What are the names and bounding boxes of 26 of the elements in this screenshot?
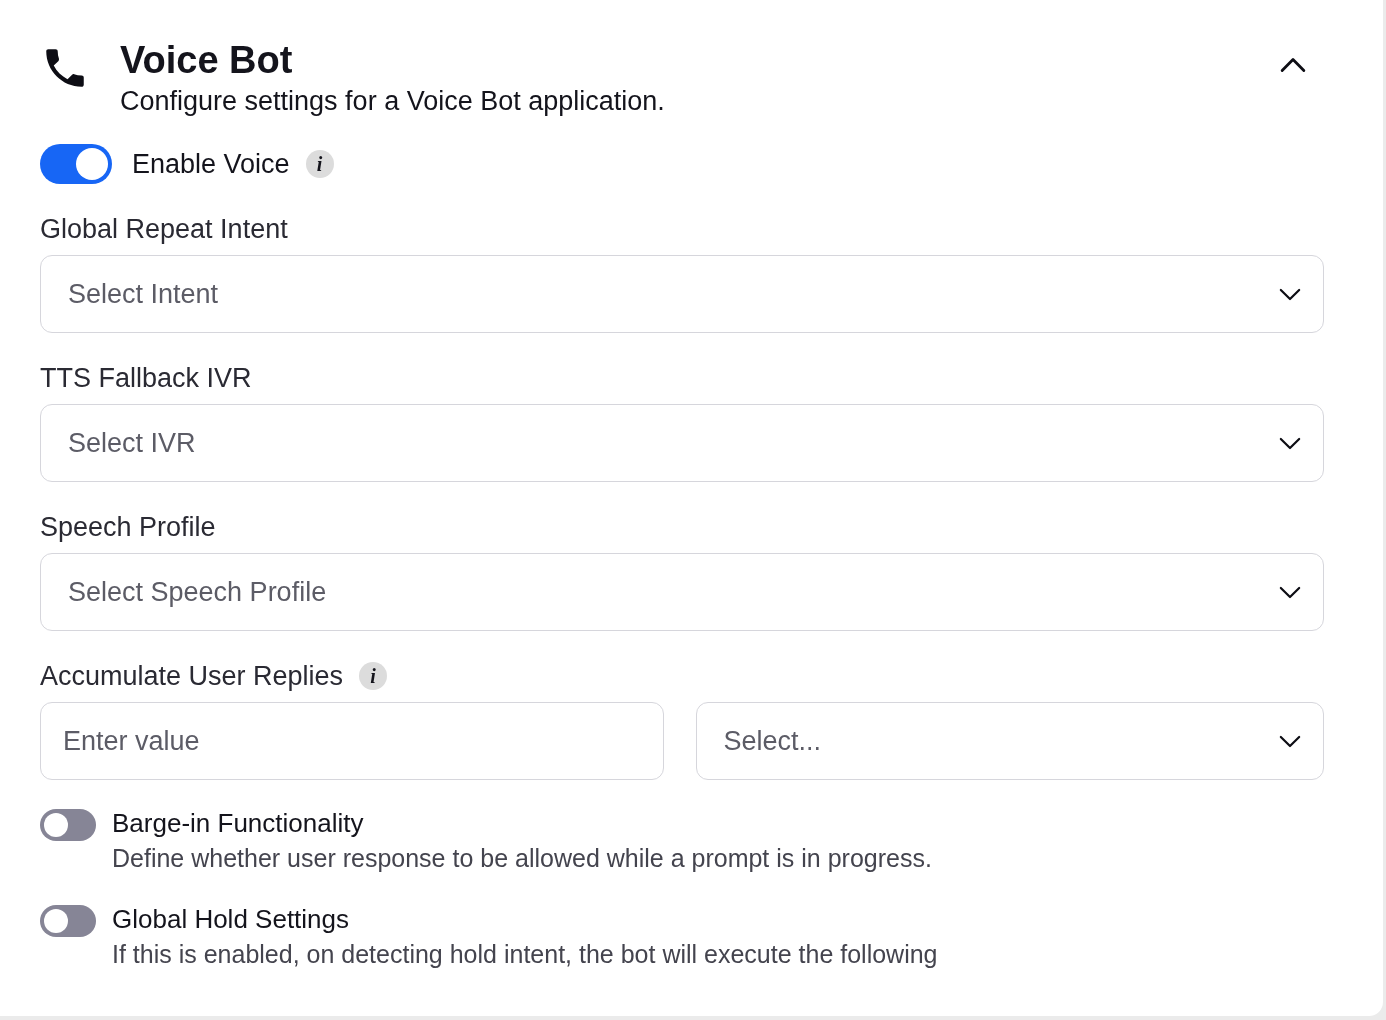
field-label: Accumulate User Replies	[40, 660, 344, 692]
toggle-label: Global Hold Settings	[112, 903, 351, 936]
chevron-down-icon	[1279, 436, 1301, 450]
info-icon[interactable]: i	[359, 662, 388, 690]
select-dropdown[interactable]: Select...	[695, 702, 1324, 780]
toggle-switch[interactable]	[40, 809, 96, 841]
input-field[interactable]: Enter value	[40, 702, 664, 780]
toggle-description: If this is enabled, on detecting hold intent, the bot will execute the following	[112, 939, 938, 970]
select-dropdown[interactable]: Select Intent	[40, 255, 1324, 333]
toggle-label: Enable Voice	[132, 148, 290, 180]
enable-voice-toggle[interactable]	[40, 144, 112, 184]
select-dropdown[interactable]: Select IVR	[40, 404, 1324, 482]
chevron-down-icon	[1279, 585, 1301, 599]
field-label: Global Repeat Intent	[40, 213, 288, 245]
collapse-chevron-icon[interactable]	[1280, 57, 1306, 73]
info-icon[interactable]: i	[305, 150, 334, 178]
select-dropdown[interactable]: Select Speech Profile	[40, 553, 1324, 631]
section-subtitle: Configure settings for a Voice Bot application.	[120, 85, 665, 118]
chevron-down-icon	[1279, 734, 1301, 748]
toggle-label: Barge-in Functionality	[112, 807, 365, 840]
toggle-switch[interactable]	[40, 905, 96, 937]
field-label: TTS Fallback IVR	[40, 362, 252, 394]
section-title: Voice Bot	[120, 38, 294, 82]
chevron-down-icon	[1279, 287, 1301, 301]
field-label: Speech Profile	[40, 511, 216, 543]
toggle-description: Define whether user response to be allowed while a prompt is in progress.	[112, 843, 932, 874]
